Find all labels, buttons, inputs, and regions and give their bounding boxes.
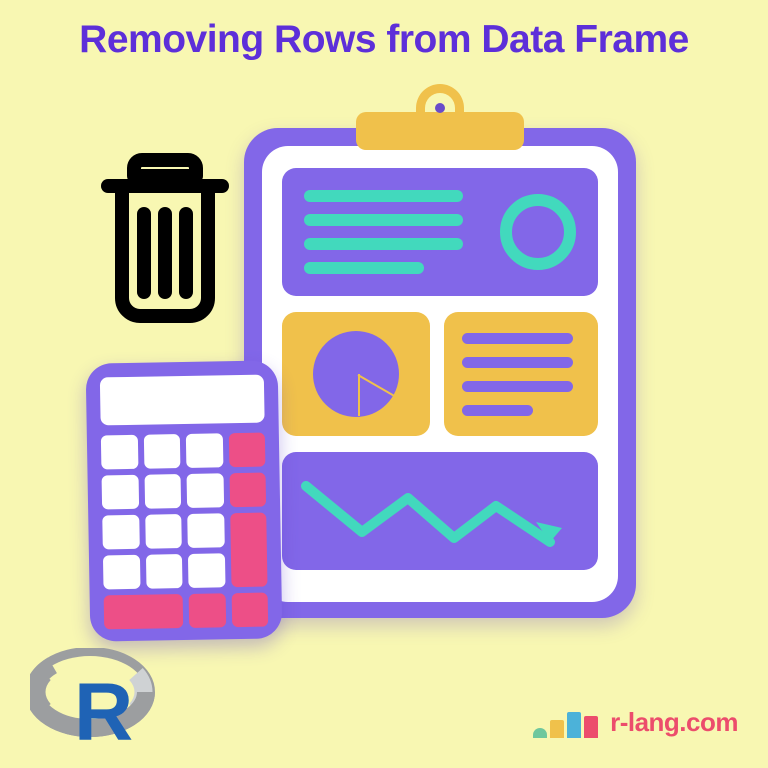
calc-key-op	[231, 593, 268, 628]
calc-key-op	[228, 433, 265, 468]
calc-key-op	[230, 513, 268, 588]
calc-key	[186, 433, 223, 468]
calculator-keypad	[101, 433, 268, 630]
calc-key	[144, 474, 181, 509]
calc-key-op	[229, 473, 266, 508]
calc-key	[145, 514, 182, 549]
trash-icon	[90, 142, 240, 332]
clipboard-illustration	[244, 100, 636, 620]
calc-key	[102, 515, 139, 550]
bar	[533, 728, 547, 738]
bar	[567, 712, 581, 738]
brand-text: r-lang.com	[610, 707, 738, 738]
calc-key	[102, 475, 139, 510]
brand-logo: r-lang.com	[533, 707, 738, 738]
calculator-illustration	[86, 360, 283, 641]
calc-key	[187, 473, 224, 508]
clipboard-ring-icon	[416, 84, 464, 122]
calc-key-op	[189, 593, 226, 628]
pie-chart-icon	[313, 331, 399, 417]
calc-key	[187, 513, 224, 548]
svg-text:R: R	[74, 667, 133, 748]
calc-key-op	[104, 594, 184, 629]
calc-key	[103, 555, 140, 590]
trend-down-icon	[282, 452, 598, 570]
lines-icon	[304, 190, 470, 274]
page-title: Removing Rows from Data Frame	[0, 0, 768, 62]
calculator-screen	[100, 375, 265, 426]
ring-icon	[500, 194, 576, 270]
bar	[584, 716, 598, 738]
calc-key	[101, 435, 138, 470]
calc-key	[145, 554, 182, 589]
bar	[550, 720, 564, 738]
panel-lines-circle	[282, 168, 598, 296]
clipboard-paper	[262, 146, 618, 602]
r-logo-icon: R	[30, 648, 160, 748]
calc-key	[143, 434, 180, 469]
panel-list	[444, 312, 598, 436]
calc-key	[188, 553, 225, 588]
panel-trend	[282, 452, 598, 570]
brand-bars-icon	[533, 712, 598, 738]
panel-pie	[282, 312, 430, 436]
